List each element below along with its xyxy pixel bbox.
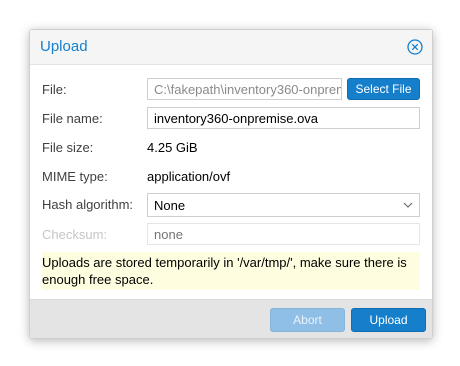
- select-file-button[interactable]: Select File: [347, 78, 420, 100]
- file-size-row: File size: 4.25 GiB: [42, 136, 420, 160]
- file-name-row: File name:: [42, 107, 420, 131]
- hash-algorithm-select[interactable]: None: [147, 193, 420, 217]
- mime-type-label: MIME type:: [42, 169, 108, 184]
- hash-algorithm-label: Hash algorithm:: [42, 197, 134, 212]
- file-path-field: C:\fakepath\inventory360-onpremise.ova: [147, 78, 342, 100]
- abort-button[interactable]: Abort: [270, 308, 345, 332]
- chevron-down-icon[interactable]: [403, 201, 413, 209]
- dialog-header: Upload: [30, 30, 432, 65]
- checksum-label: Checksum:: [42, 227, 108, 242]
- storage-notice: Uploads are stored temporarily in '/var/…: [42, 252, 420, 290]
- mime-row: MIME type: application/ovf: [42, 165, 420, 189]
- dialog-title: Upload: [40, 38, 88, 55]
- close-icon[interactable]: [407, 39, 423, 55]
- upload-dialog: Upload File: C:\fakepath\inventory360-on…: [29, 29, 433, 339]
- mime-type-value: application/ovf: [147, 169, 231, 184]
- checksum-row: Checksum:: [42, 223, 420, 247]
- hash-row: Hash algorithm: None: [42, 193, 420, 217]
- file-name-label: File name:: [42, 111, 103, 126]
- file-name-input[interactable]: [147, 107, 420, 129]
- file-size-label: File size:: [42, 140, 94, 155]
- checksum-input[interactable]: [147, 223, 420, 245]
- file-label: File:: [42, 82, 67, 97]
- file-row: File: C:\fakepath\inventory360-onpremise…: [42, 78, 420, 102]
- file-size-value: 4.25 GiB: [147, 140, 198, 155]
- upload-button[interactable]: Upload: [351, 308, 426, 332]
- hash-algorithm-value: None: [154, 198, 186, 213]
- dialog-footer: Abort Upload: [30, 299, 432, 338]
